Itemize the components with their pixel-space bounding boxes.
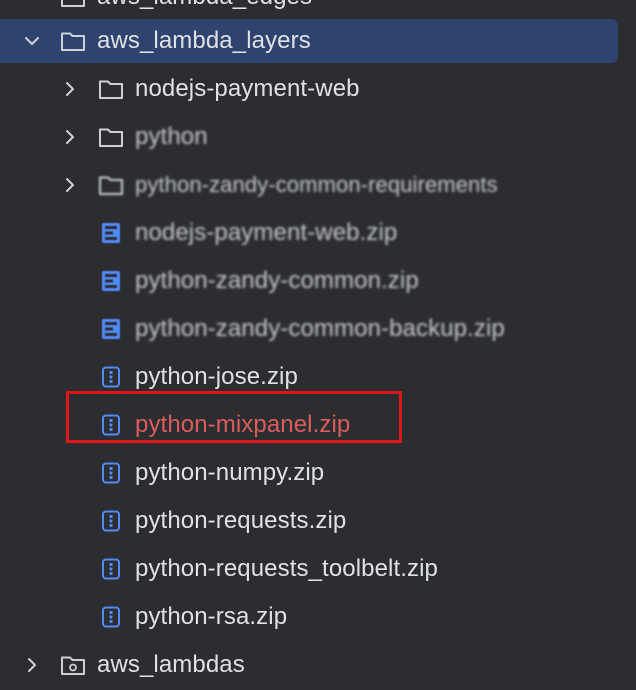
archive-icon [98, 364, 124, 390]
tree-item-label: python-requests.zip [135, 507, 347, 534]
tree-item-python-jose-zip[interactable]: python-jose.zip [0, 355, 636, 399]
chevron-right-icon[interactable] [60, 175, 80, 195]
tree-item-label: aws_lambdas [97, 651, 245, 678]
tree-item-python-requests-zip[interactable]: python-requests.zip [0, 499, 636, 543]
zip-file-icon [98, 316, 124, 342]
archive-icon [98, 460, 124, 486]
tree-item-python-zandy-common-zip[interactable]: python-zandy-common.zip [0, 259, 636, 303]
tree-item-python-mixpanel-zip[interactable]: python-mixpanel.zip [0, 403, 636, 447]
archive-icon [98, 508, 124, 534]
tree-item-label: aws_lambda_edges [97, 0, 312, 19]
folder-icon [98, 76, 124, 102]
tree-item-label: python [135, 123, 208, 150]
chevron-right-icon[interactable] [22, 655, 42, 675]
tree-item-aws-lambda-edges[interactable]: aws_lambda_edges [0, 0, 636, 19]
tree-item-python-rsa-zip[interactable]: python-rsa.zip [0, 595, 636, 639]
tree-item-label: python-rsa.zip [135, 603, 288, 630]
tree-item-label: nodejs-payment-web.zip [135, 219, 398, 246]
chevron-right-icon[interactable] [60, 127, 80, 147]
tree-item-python-numpy-zip[interactable]: python-numpy.zip [0, 451, 636, 495]
tree-item-python-requests-toolbelt-zip[interactable]: python-requests_toolbelt.zip [0, 547, 636, 591]
folder-icon [98, 124, 124, 150]
zip-file-icon [98, 268, 124, 294]
archive-icon [98, 556, 124, 582]
tree-item-label: nodejs-payment-web [135, 75, 360, 102]
tree-item-label: python-numpy.zip [135, 459, 325, 486]
folder-icon [60, 0, 86, 10]
tree-item-aws-lambda-layers[interactable]: aws_lambda_layers [0, 19, 618, 63]
tree-item-label: python-zandy-common.zip [135, 267, 419, 294]
zip-file-icon [98, 220, 124, 246]
tree-item-aws-lambdas[interactable]: aws_lambdas [0, 643, 636, 687]
tree-item-nodejs-payment-web-zip[interactable]: nodejs-payment-web.zip [0, 211, 636, 255]
tree-item-label: python-mixpanel.zip [135, 411, 351, 438]
tree-item-label: aws_lambda_layers [97, 27, 311, 54]
tree-item-python[interactable]: python [0, 115, 636, 159]
tree-item-nodejs-payment-web[interactable]: nodejs-payment-web [0, 67, 636, 111]
folder-icon [60, 28, 86, 54]
chevron-down-icon[interactable] [22, 31, 42, 51]
archive-icon [98, 412, 124, 438]
archive-icon [98, 604, 124, 630]
tree-item-label: python-jose.zip [135, 363, 298, 390]
tree-item-python-zandy-common-requirements[interactable]: python-zandy-common-requirements [0, 163, 636, 207]
chevron-right-icon[interactable] [60, 79, 80, 99]
project-tree: aws_lambda_edges aws_lambda_layers nodej… [0, 0, 636, 690]
tree-item-label: python-requests_toolbelt.zip [135, 555, 438, 582]
folder-icon [98, 172, 124, 198]
tree-item-python-zandy-common-backup-zip[interactable]: python-zandy-common-backup.zip [0, 307, 636, 351]
package-folder-icon [60, 652, 86, 678]
tree-item-label: python-zandy-common-requirements [135, 172, 498, 197]
tree-item-label: python-zandy-common-backup.zip [135, 315, 505, 342]
